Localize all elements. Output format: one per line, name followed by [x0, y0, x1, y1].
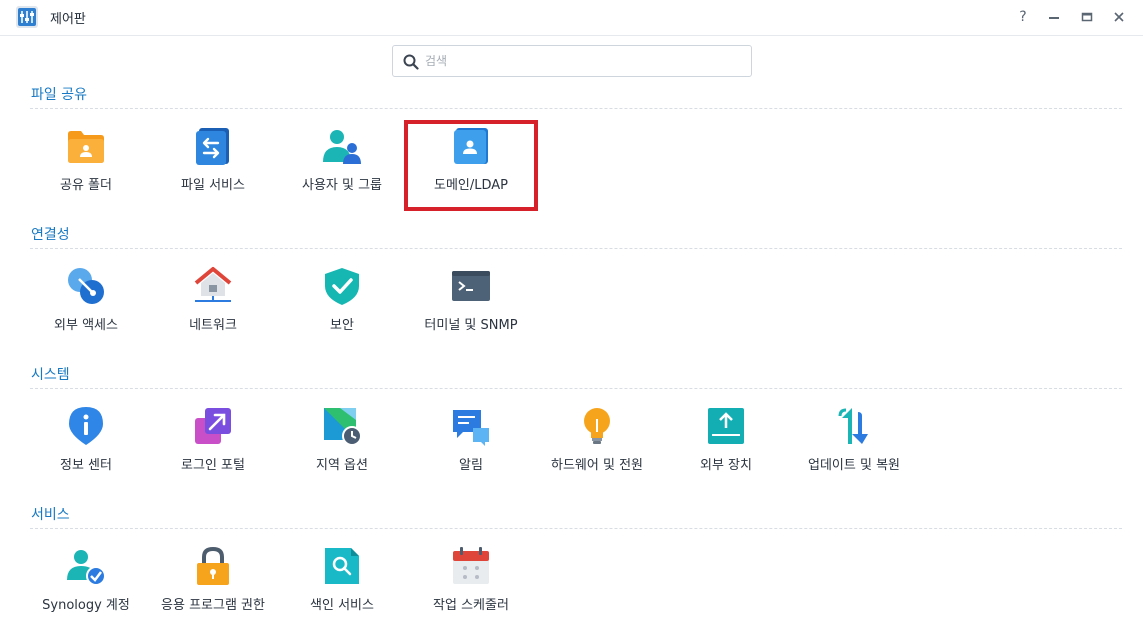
item-security[interactable]: 보안: [282, 258, 402, 338]
control-panel-app-icon: [16, 6, 38, 28]
item-indexing-service[interactable]: 색인 서비스: [282, 538, 402, 618]
window-title: 제어판: [50, 12, 86, 27]
search-box[interactable]: [392, 45, 752, 77]
shared-folder-icon: [68, 131, 104, 163]
item-hardware-power[interactable]: 하드웨어 및 전원: [537, 398, 657, 478]
section-title-file-sharing: 파일 공유: [31, 87, 87, 103]
item-label: 외부 액세스: [54, 318, 118, 333]
item-label: 공유 폴더: [60, 178, 112, 193]
item-task-scheduler[interactable]: 작업 스케줄러: [411, 538, 531, 618]
help-button[interactable]: ?: [1011, 6, 1035, 28]
item-label: 업데이트 및 복원: [808, 458, 900, 473]
notification-icon: [453, 410, 489, 446]
item-user-group[interactable]: 사용자 및 그룹: [282, 118, 402, 198]
login-portal-icon: [195, 408, 231, 444]
indexing-service-icon: [325, 548, 359, 584]
minimize-button[interactable]: [1042, 6, 1066, 28]
domain-ldap-icon: [454, 128, 488, 164]
maximize-button[interactable]: [1075, 6, 1099, 28]
section-title-services: 서비스: [31, 507, 70, 523]
item-label: 응용 프로그램 권한: [161, 598, 265, 613]
item-terminal-snmp[interactable]: 터미널 및 SNMP: [411, 258, 531, 338]
regional-options-icon: [324, 408, 362, 446]
synology-account-icon: [67, 550, 106, 586]
item-label: 로그인 포털: [181, 458, 245, 473]
maximize-icon: [1081, 12, 1093, 22]
terminal-icon: [452, 271, 490, 301]
section-divider: [30, 108, 1122, 109]
info-center-icon: [69, 407, 103, 445]
item-external-access[interactable]: 외부 액세스: [26, 258, 146, 338]
item-login-portal[interactable]: 로그인 포털: [153, 398, 273, 478]
section-divider: [30, 528, 1122, 529]
item-label: 지역 옵션: [316, 458, 368, 473]
title-bar: 제어판 ?: [0, 0, 1143, 36]
item-label: 파일 서비스: [181, 178, 245, 193]
item-label: 알림: [459, 458, 483, 473]
section-divider: [30, 388, 1122, 389]
item-label: 작업 스케줄러: [433, 598, 509, 613]
external-devices-icon: [708, 408, 744, 444]
close-icon: [1114, 12, 1124, 22]
item-update-restore[interactable]: 업데이트 및 복원: [794, 398, 914, 478]
item-file-services[interactable]: 파일 서비스: [153, 118, 273, 198]
item-regional-options[interactable]: 지역 옵션: [282, 398, 402, 478]
external-access-icon: [68, 268, 104, 304]
section-title-system: 시스템: [31, 367, 70, 383]
item-label: 정보 센터: [60, 458, 112, 473]
item-label: 색인 서비스: [310, 598, 374, 613]
network-icon: [194, 267, 232, 302]
item-external-devices[interactable]: 외부 장치: [666, 398, 786, 478]
item-label: 터미널 및 SNMP: [424, 318, 518, 333]
item-synology-account[interactable]: Synology 계정: [26, 538, 146, 618]
item-network[interactable]: 네트워크: [153, 258, 273, 338]
file-services-icon: [196, 128, 229, 165]
update-restore-icon: [838, 408, 868, 444]
minimize-icon: [1049, 17, 1059, 19]
item-notification[interactable]: 알림: [411, 398, 531, 478]
item-label: Synology 계정: [42, 598, 130, 613]
item-label: 사용자 및 그룹: [301, 178, 383, 193]
search-input[interactable]: [425, 50, 745, 72]
item-label: 도메인/LDAP: [433, 178, 509, 193]
item-label: 보안: [330, 318, 354, 333]
item-label: 외부 장치: [700, 458, 752, 473]
user-group-icon: [323, 130, 361, 164]
item-label: 네트워크: [189, 318, 237, 333]
section-title-connectivity: 연결성: [31, 227, 70, 243]
section-divider: [30, 248, 1122, 249]
item-application-privileges[interactable]: 응용 프로그램 권한: [153, 538, 273, 618]
item-label: 하드웨어 및 전원: [551, 458, 643, 473]
search-icon: [403, 54, 419, 70]
security-shield-icon: [325, 268, 359, 305]
application-privileges-icon: [197, 546, 229, 585]
item-shared-folder[interactable]: 공유 폴더: [26, 118, 146, 198]
hardware-power-icon: [584, 408, 610, 444]
task-scheduler-icon: [453, 547, 489, 584]
close-button[interactable]: [1107, 6, 1131, 28]
item-info-center[interactable]: 정보 센터: [26, 398, 146, 478]
item-domain-ldap[interactable]: 도메인/LDAP: [411, 118, 531, 198]
